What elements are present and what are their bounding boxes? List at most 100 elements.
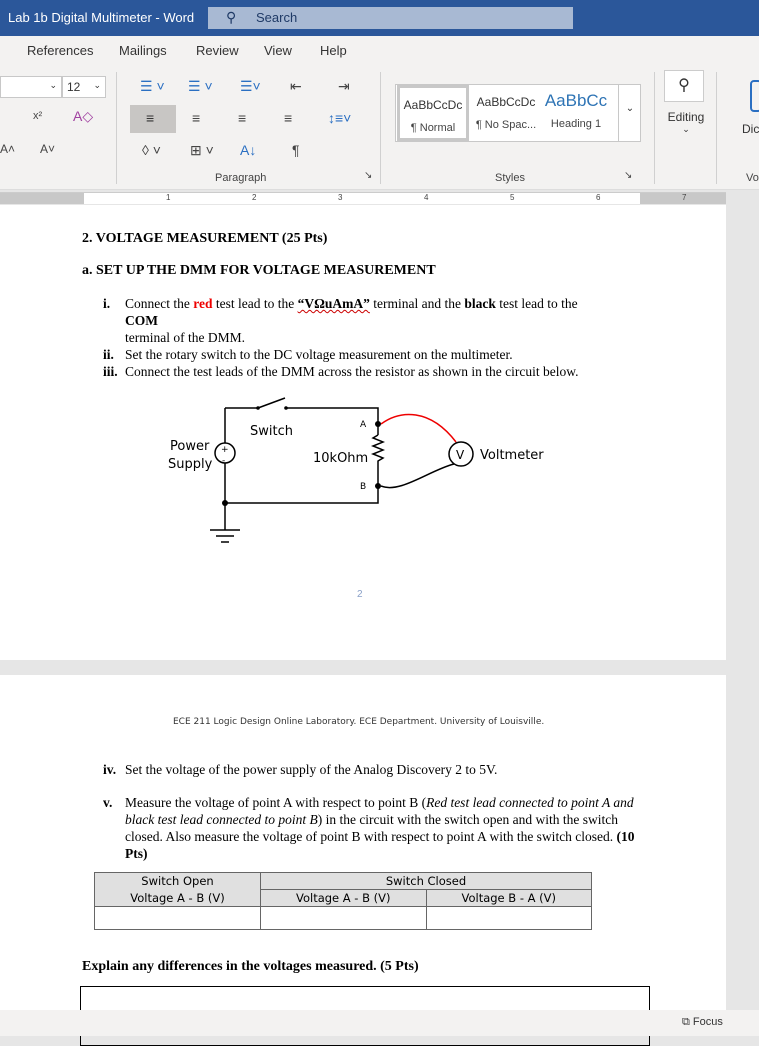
tab-help[interactable]: Help bbox=[320, 43, 347, 58]
tab-mailings[interactable]: Mailings bbox=[119, 43, 167, 58]
style-preview: AaBbCc bbox=[544, 91, 608, 110]
column-header: Voltage A - B (V) bbox=[94, 889, 261, 907]
shading-icon[interactable]: ◊ ˅ bbox=[142, 142, 161, 158]
list-text: Set the rotary switch to the DC voltage … bbox=[125, 347, 513, 362]
power-supply-label: Supply bbox=[168, 457, 213, 472]
window-title: Lab 1b Digital Multimeter - Word bbox=[8, 10, 195, 25]
list-item: v. Measure the voltage of point A with r… bbox=[103, 795, 635, 861]
node-a-label: A bbox=[360, 420, 367, 430]
voltage-table: Switch Open Switch Closed Voltage A - B (… bbox=[94, 872, 592, 930]
ruler-mark: 5 bbox=[510, 193, 515, 202]
list-item: ii. Set the rotary switch to the DC volta… bbox=[103, 346, 623, 363]
decrease-indent-icon[interactable]: ⇤ bbox=[290, 78, 302, 95]
ruler-mark: 4 bbox=[424, 193, 429, 202]
switch-label: Switch bbox=[250, 424, 293, 439]
paragraph-launcher-icon[interactable]: ↘ bbox=[364, 170, 372, 181]
title-bar: Lab 1b Digital Multimeter - Word ⚲ Searc… bbox=[0, 0, 759, 36]
section-heading: 2. VOLTAGE MEASUREMENT (25 Pts) bbox=[82, 231, 328, 246]
list-number: ii. bbox=[103, 347, 114, 362]
explain-prompt: Explain any differences in the voltages … bbox=[82, 959, 419, 974]
clear-formatting-icon[interactable]: A◇ bbox=[73, 108, 93, 125]
focus-icon: ⧉ bbox=[682, 1016, 690, 1028]
style-normal[interactable]: AaBbCcDc ¶ Normal bbox=[397, 85, 469, 141]
search-box[interactable]: ⚲ Search bbox=[208, 7, 573, 29]
column-header: Voltage A - B (V) bbox=[260, 889, 427, 907]
style-preview: AaBbCcDc bbox=[403, 98, 463, 112]
dictate-icon[interactable] bbox=[750, 80, 759, 112]
sort-icon[interactable]: A↓ bbox=[240, 142, 256, 158]
tab-references[interactable]: References bbox=[27, 43, 93, 58]
power-supply-label: Power bbox=[170, 439, 210, 454]
node-b-label: B bbox=[360, 482, 366, 492]
list-number: iv. bbox=[103, 762, 117, 777]
table-cell[interactable] bbox=[94, 906, 261, 930]
list-item: iii. Connect the test leads of the DMM ac… bbox=[103, 363, 623, 380]
shrink-font-icon[interactable]: A˅ bbox=[40, 142, 55, 156]
ribbon: ⌄ 12 ⌄ x² A◇ A˄ A˅ ☰ ˅ ☰ ˅ ☰˅ ⇤ ⇥ ≡ ≡ ≡ ≡… bbox=[0, 66, 759, 190]
style-preview: AaBbCcDc bbox=[476, 95, 536, 109]
styles-group-label: Styles bbox=[495, 172, 525, 184]
line-spacing-icon[interactable]: ↕≡˅ bbox=[328, 110, 351, 126]
list-text: Set the voltage of the power supply of t… bbox=[125, 762, 498, 777]
increase-indent-icon[interactable]: ⇥ bbox=[338, 78, 350, 95]
paragraph-group-label: Paragraph bbox=[215, 172, 267, 184]
numbering-icon[interactable]: ☰ ˅ bbox=[188, 78, 213, 95]
ruler[interactable]: 1 2 3 4 5 6 7 bbox=[0, 192, 726, 204]
styles-more-button[interactable]: ⌄ bbox=[618, 85, 641, 141]
table-cell[interactable] bbox=[425, 906, 592, 930]
list-item: i. Connect the red test lead to the “VΩu… bbox=[103, 296, 578, 345]
editing-button[interactable]: ⚲ Editing ⌄ bbox=[664, 70, 708, 140]
focus-button[interactable]: ⧉ Focus bbox=[682, 1016, 723, 1029]
page-number: 2 bbox=[357, 589, 363, 600]
circuit-diagram[interactable]: Switch Power Supply + - 10kOhm A B V Vol… bbox=[160, 390, 560, 550]
plus-sign: + bbox=[221, 445, 229, 455]
ruler-mark: 7 bbox=[682, 193, 687, 202]
font-size-dropdown[interactable]: 12 ⌄ bbox=[62, 76, 106, 98]
font-name-dropdown[interactable]: ⌄ bbox=[0, 76, 62, 98]
ruler-mark: 6 bbox=[596, 193, 601, 202]
document-page-1[interactable]: 2. VOLTAGE MEASUREMENT (25 Pts) a. SET U… bbox=[0, 205, 726, 660]
editing-label: Editing bbox=[667, 110, 705, 124]
style-name: ¶ Normal bbox=[410, 122, 456, 134]
find-icon: ⚲ bbox=[664, 70, 704, 102]
borders-icon[interactable]: ⊞ ˅ bbox=[190, 142, 214, 159]
voice-group-label: Vo bbox=[746, 172, 759, 184]
style-no-spacing[interactable]: AaBbCcDc ¶ No Spac... bbox=[470, 85, 542, 141]
search-placeholder: Search bbox=[256, 10, 298, 25]
dictate-label[interactable]: Dic bbox=[742, 122, 759, 136]
ribbon-tabs: References Mailings Review View Help bbox=[0, 36, 759, 66]
tab-review[interactable]: Review bbox=[196, 43, 239, 58]
list-number: i. bbox=[103, 296, 111, 311]
bullets-icon[interactable]: ☰ ˅ bbox=[140, 78, 165, 95]
align-center-icon[interactable]: ≡ bbox=[192, 110, 200, 126]
grow-font-icon[interactable]: A˄ bbox=[0, 142, 15, 156]
superscript-icon[interactable]: x² bbox=[33, 110, 42, 122]
minus-sign: - bbox=[222, 456, 225, 466]
style-heading-1[interactable]: AaBbCc Heading 1 bbox=[542, 85, 610, 141]
styles-gallery: AaBbCcDc ¶ Normal AaBbCcDc ¶ No Spac... Aa… bbox=[395, 84, 641, 142]
style-name: ¶ No Spac... bbox=[475, 119, 537, 131]
resistor-label: 10kOhm bbox=[313, 451, 368, 466]
list-number: v. bbox=[103, 795, 113, 810]
font-size-value: 12 bbox=[67, 80, 81, 94]
ruler-mark: 3 bbox=[338, 193, 343, 202]
focus-label: Focus bbox=[692, 1016, 723, 1028]
search-icon: ⚲ bbox=[226, 9, 237, 25]
column-header: Voltage B - A (V) bbox=[425, 889, 592, 907]
tab-view[interactable]: View bbox=[264, 43, 292, 58]
list-text: Connect the test leads of the DMM across… bbox=[125, 364, 579, 379]
table-cell[interactable] bbox=[260, 906, 427, 930]
voltmeter-label: Voltmeter bbox=[480, 448, 544, 463]
voltmeter-symbol: V bbox=[456, 448, 465, 462]
subsection-heading: a. SET UP THE DMM FOR VOLTAGE MEASUREMEN… bbox=[82, 263, 436, 278]
ruler-mark: 1 bbox=[166, 193, 171, 202]
vertical-scrollbar[interactable] bbox=[726, 192, 759, 1012]
justify-icon[interactable]: ≡ bbox=[284, 110, 292, 126]
document-page-2[interactable]: ECE 211 Logic Design Online Laboratory. … bbox=[0, 675, 726, 1046]
styles-launcher-icon[interactable]: ↘ bbox=[624, 170, 632, 181]
header-switch-open: Switch Open bbox=[94, 872, 261, 890]
show-marks-icon[interactable]: ¶ bbox=[292, 142, 300, 158]
align-left-button[interactable]: ≡ bbox=[130, 105, 176, 133]
multilevel-list-icon[interactable]: ☰˅ bbox=[240, 78, 261, 95]
align-right-icon[interactable]: ≡ bbox=[238, 110, 246, 126]
